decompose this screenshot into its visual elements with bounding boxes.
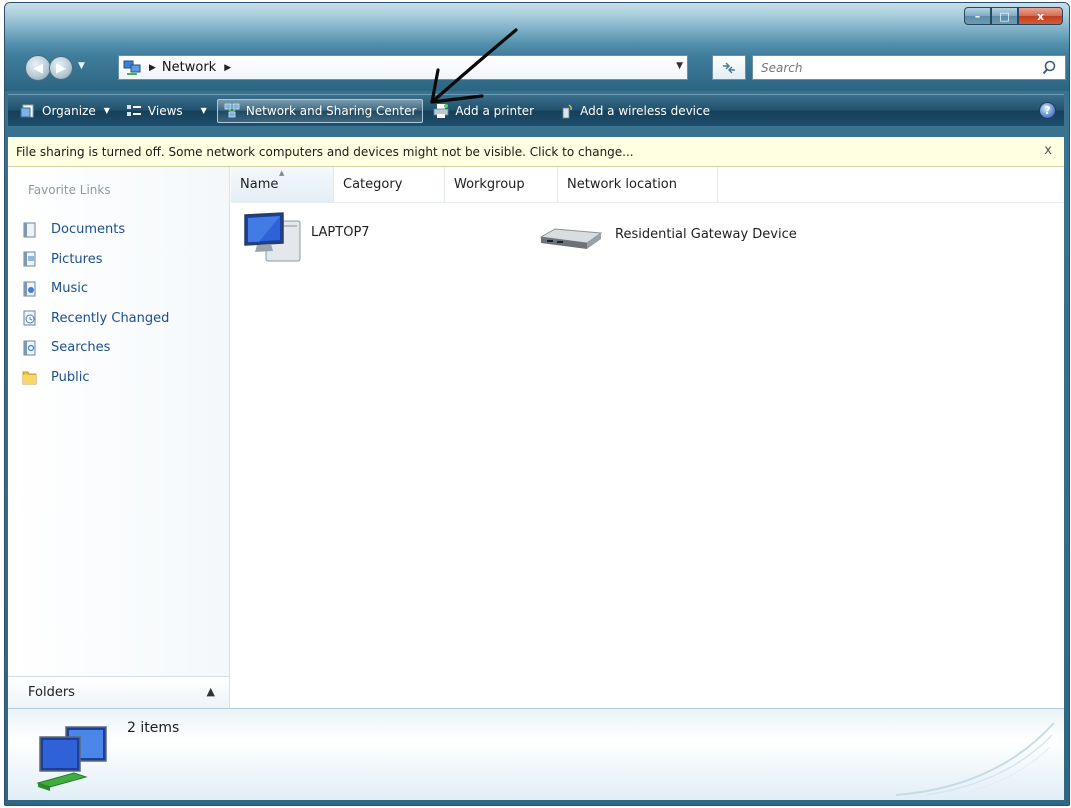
info-bar-close-icon[interactable]: x — [1044, 143, 1052, 158]
add-printer-label: Add a printer — [455, 103, 535, 118]
sort-ascending-icon: ▲ — [279, 169, 285, 177]
add-wireless-device-label: Add a wireless device — [580, 103, 710, 118]
item-count: 2 items — [127, 720, 180, 736]
column-header-workgroup[interactable]: Workgroup — [445, 167, 558, 202]
favorite-link-label: Public — [51, 369, 90, 385]
organize-menu-button[interactable]: Organize ▼ — [14, 99, 116, 123]
search-icon[interactable] — [1042, 60, 1057, 75]
network-icon — [123, 60, 141, 75]
network-folder-icon — [36, 726, 107, 791]
chevron-down-icon: ▼ — [200, 106, 207, 115]
refresh-button[interactable] — [712, 55, 746, 80]
command-bar: Organize ▼ Views ▼ Network and Sharing C… — [8, 94, 1064, 126]
organize-icon — [20, 104, 34, 117]
content-area: Favorite Links Documents Pictures Music … — [8, 167, 1064, 708]
favorite-link-public[interactable]: Public — [22, 363, 169, 393]
gateway-device-icon — [539, 228, 603, 249]
favorite-link-documents[interactable]: Documents — [22, 215, 169, 245]
folders-toggle[interactable]: Folders ▲ — [8, 676, 229, 708]
chevron-up-icon: ▲ — [206, 685, 215, 698]
organize-label: Organize — [42, 103, 96, 118]
navigation-pane: Favorite Links Documents Pictures Music … — [8, 167, 230, 708]
recent-pages-dropdown[interactable]: ▼ — [78, 61, 88, 73]
help-icon[interactable]: ? — [1039, 102, 1056, 119]
favorite-links-title: Favorite Links — [28, 183, 111, 197]
folders-label: Folders — [28, 685, 75, 700]
printer-icon — [433, 103, 449, 118]
forward-button[interactable]: ▶ — [49, 56, 73, 80]
column-header-label: Workgroup — [454, 177, 525, 192]
network-center-icon — [224, 103, 240, 117]
favorite-link-label: Searches — [51, 340, 111, 356]
wireless-device-icon — [562, 103, 573, 118]
network-item-gateway[interactable]: Residential Gateway Device — [537, 223, 797, 253]
refresh-icon — [723, 62, 735, 73]
navigation-row: ◀ ▶ ▼ ▶ Network ▶ ▼ — [5, 49, 1069, 87]
column-header-label: Name — [240, 177, 279, 192]
details-pane: 2 items — [8, 708, 1064, 800]
network-sharing-center-label: Network and Sharing Center — [245, 103, 417, 118]
recently-changed-icon — [23, 310, 36, 326]
favorite-link-label: Documents — [51, 222, 126, 238]
favorite-link-label: Recently Changed — [51, 310, 170, 326]
add-printer-button[interactable]: Add a printer — [427, 99, 540, 123]
search-input[interactable] — [761, 60, 1031, 75]
pictures-icon — [23, 251, 36, 267]
documents-icon — [23, 222, 36, 238]
close-button[interactable]: x — [1018, 7, 1063, 25]
column-header-row: ▲ Name Category Workgroup Network locati… — [231, 167, 1064, 203]
views-menu-button[interactable]: Views ▼ — [120, 99, 213, 123]
favorite-link-music[interactable]: Music — [22, 274, 169, 304]
column-header-label: Network location — [567, 177, 677, 192]
network-sharing-center-button[interactable]: Network and Sharing Center — [216, 98, 424, 123]
breadcrumb-separator-icon[interactable]: ▶ — [149, 63, 156, 73]
column-header-network-location[interactable]: Network location — [558, 167, 718, 202]
chevron-down-icon: ▼ — [103, 106, 110, 115]
minimize-button[interactable]: – — [964, 7, 991, 25]
search-box[interactable] — [752, 55, 1066, 80]
network-item-label: LAPTOP7 — [311, 225, 370, 240]
maximize-button[interactable]: □ — [991, 7, 1018, 25]
searches-icon — [23, 340, 36, 356]
breadcrumb-network[interactable]: Network — [162, 60, 216, 75]
breadcrumb-separator-icon[interactable]: ▶ — [224, 63, 231, 73]
address-bar[interactable]: ▶ Network ▶ ▼ — [118, 55, 688, 80]
favorite-link-recently-changed[interactable]: Recently Changed — [22, 304, 169, 334]
address-dropdown-icon[interactable]: ▼ — [676, 61, 683, 71]
favorite-link-searches[interactable]: Searches — [22, 333, 169, 363]
computer-icon — [244, 212, 301, 262]
column-header-name[interactable]: ▲ Name — [231, 167, 334, 202]
window-controls: – □ x — [964, 7, 1063, 27]
file-list-pane: ▲ Name Category Workgroup Network locati… — [231, 167, 1064, 708]
column-header-category[interactable]: Category — [334, 167, 445, 202]
favorite-link-pictures[interactable]: Pictures — [22, 245, 169, 275]
add-wireless-device-button[interactable]: Add a wireless device — [552, 99, 716, 123]
column-header-label: Category — [343, 177, 403, 192]
info-bar-message: File sharing is turned off. Some network… — [16, 144, 634, 159]
network-item-laptop[interactable]: LAPTOP7 — [239, 211, 370, 267]
network-item-label: Residential Gateway Device — [615, 227, 797, 242]
back-button[interactable]: ◀ — [25, 55, 51, 81]
decorative-swoosh — [895, 722, 1055, 796]
favorite-link-label: Pictures — [51, 251, 103, 267]
views-label: Views — [147, 103, 183, 118]
views-icon — [126, 104, 141, 116]
favorite-link-label: Music — [51, 281, 88, 297]
file-sharing-info-bar[interactable]: File sharing is turned off. Some network… — [8, 137, 1064, 167]
music-icon — [23, 281, 36, 297]
favorite-links-list: Documents Pictures Music Recently Change… — [22, 215, 169, 392]
public-folder-icon — [22, 371, 37, 385]
